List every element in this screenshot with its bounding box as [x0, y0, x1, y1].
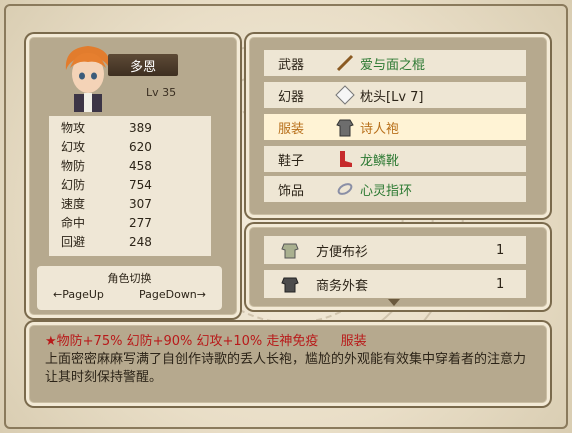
coat-icon: [280, 274, 302, 294]
item-name: 方便布衫: [316, 244, 369, 260]
item-name: 心灵指环: [360, 183, 413, 199]
item-name: 枕头[Lv 7]: [360, 89, 424, 105]
equip-slot-accessory[interactable]: 饰品 心灵指环: [264, 176, 526, 202]
stat-row: 物攻 389: [61, 118, 152, 137]
staff-icon: [334, 52, 356, 74]
item-name: 商务外套: [316, 278, 369, 294]
inventory-item[interactable]: 商务外套 1: [264, 270, 526, 298]
stat-value: 620: [129, 139, 152, 154]
item-effects: ★物防+75% 幻防+90% 幻攻+10% 走神免疫: [45, 334, 319, 349]
inventory-item[interactable]: 方便布衫 1: [264, 236, 526, 264]
item-type: 服装: [340, 334, 367, 349]
scroll-down-arrow-icon[interactable]: [388, 299, 400, 306]
stat-value: 458: [129, 158, 152, 173]
stat-label: 物防: [61, 159, 86, 173]
stat-label: 回避: [61, 235, 86, 249]
item-name: 爱与面之棍: [360, 57, 426, 73]
item-count: 1: [496, 276, 505, 292]
slot-label: 幻器: [278, 89, 305, 105]
stat-row: 幻防 754: [61, 175, 152, 194]
slot-label: 服装: [278, 121, 305, 137]
stat-label: 幻攻: [61, 140, 86, 154]
equip-slot-artifact[interactable]: 幻器 枕头[Lv 7]: [264, 82, 526, 108]
slot-label: 饰品: [278, 183, 305, 199]
stats-box: 物攻 389 幻攻 620 物防 458 幻防 754 速度 307 命中 27…: [49, 116, 211, 256]
item-name: 龙鳞靴: [360, 153, 400, 169]
diamond-icon: [334, 84, 356, 106]
robe-icon: [334, 116, 356, 138]
page-up-button[interactable]: ←PageUp: [53, 288, 104, 301]
stat-value: 248: [129, 234, 152, 249]
page-down-button[interactable]: PageDown→: [139, 288, 206, 301]
character-switch[interactable]: 角色切换 ←PageUp PageDown→: [37, 266, 222, 310]
stat-value: 389: [129, 120, 152, 135]
item-description: ★物防+75% 幻防+90% 幻攻+10% 走神免疫 服装 上面密密麻麻写满了自…: [45, 333, 533, 387]
boots-icon: [334, 148, 356, 170]
stat-value: 754: [129, 177, 152, 192]
description-text: 上面密密麻麻写满了自创作诗歌的丢人长袍，尴尬的外观能有效集中穿着者的注意力让其时…: [45, 352, 527, 385]
stat-row: 幻攻 620: [61, 137, 152, 156]
character-level: Lv 35: [146, 86, 177, 99]
stat-row: 物防 458: [61, 156, 152, 175]
stat-label: 物攻: [61, 121, 86, 135]
equip-slot-costume[interactable]: 服装 诗人袍: [264, 114, 526, 140]
character-portrait: [65, 46, 111, 112]
stat-label: 命中: [61, 216, 86, 230]
switch-title: 角色切换: [107, 272, 152, 285]
equip-slot-shoes[interactable]: 鞋子 龙鳞靴: [264, 146, 526, 172]
stat-row: 回避 248: [61, 232, 152, 251]
stat-label: 幻防: [61, 178, 86, 192]
item-count: 1: [496, 242, 505, 258]
cloth-icon: [280, 240, 302, 260]
character-name: 多恩: [108, 54, 178, 76]
stat-value: 277: [129, 215, 152, 230]
stat-row: 命中 277: [61, 213, 152, 232]
equip-slot-weapon[interactable]: 武器 爱与面之棍: [264, 50, 526, 76]
slot-label: 鞋子: [278, 153, 305, 169]
stat-row: 速度 307: [61, 194, 152, 213]
slot-label: 武器: [278, 57, 305, 73]
stat-value: 307: [129, 196, 152, 211]
item-name: 诗人袍: [360, 121, 400, 137]
stat-label: 速度: [61, 197, 86, 211]
ring-icon: [334, 178, 356, 200]
